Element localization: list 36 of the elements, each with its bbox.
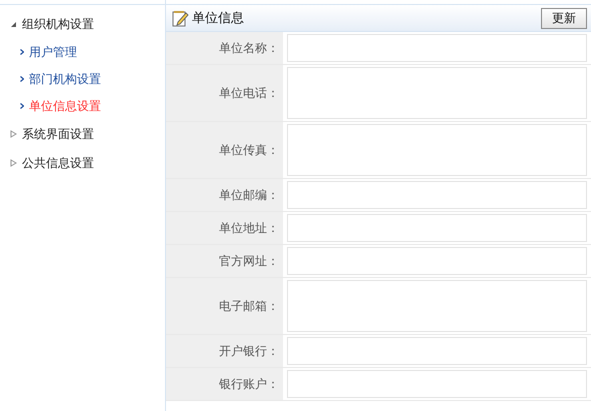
input-field[interactable] bbox=[287, 181, 587, 209]
input-field[interactable] bbox=[287, 247, 587, 275]
group-label: 系统界面设置 bbox=[22, 126, 94, 142]
chevron-icon bbox=[20, 48, 24, 54]
collapsed-triangle-icon bbox=[10, 130, 17, 138]
tree-item[interactable]: 用户管理 bbox=[0, 38, 165, 65]
input-field[interactable] bbox=[287, 370, 587, 398]
tree-group[interactable]: 系统界面设置 bbox=[0, 119, 165, 148]
input-field[interactable] bbox=[287, 34, 587, 62]
collapsed-triangle-icon bbox=[10, 158, 17, 166]
chevron-icon bbox=[20, 102, 24, 108]
tree-group[interactable]: 组织机构设置 bbox=[0, 9, 165, 38]
field-label: 单位地址： bbox=[219, 220, 279, 237]
field-label: 电子邮箱： bbox=[219, 298, 279, 315]
field-label: 单位电话： bbox=[219, 85, 279, 102]
group-label: 组织机构设置 bbox=[22, 16, 94, 32]
input-field[interactable] bbox=[287, 214, 587, 242]
field-label: 银行账户： bbox=[219, 376, 279, 393]
tree-item[interactable]: 部门机构设置 bbox=[0, 65, 165, 92]
tree-group[interactable]: 公共信息设置 bbox=[0, 148, 165, 177]
field-label: 单位邮编： bbox=[219, 187, 279, 204]
notepad-pencil-icon bbox=[172, 10, 189, 26]
panel-title: 单位信息 bbox=[192, 9, 244, 28]
field-label: 官方网址： bbox=[219, 253, 279, 270]
chevron-icon bbox=[20, 76, 24, 82]
group-label: 公共信息设置 bbox=[22, 154, 94, 172]
field-label: 单位名称： bbox=[219, 40, 279, 57]
field-label: 单位传真： bbox=[219, 142, 279, 159]
tree-item[interactable]: 单位信息设置 bbox=[0, 92, 165, 119]
text-area[interactable] bbox=[287, 124, 587, 176]
text-area[interactable] bbox=[287, 280, 587, 332]
field-label: 开户银行： bbox=[219, 343, 279, 360]
input-field[interactable] bbox=[287, 337, 587, 365]
text-area[interactable] bbox=[287, 67, 587, 119]
update-button[interactable]: 更新 bbox=[541, 8, 587, 28]
expanded-triangle-icon bbox=[10, 20, 17, 28]
